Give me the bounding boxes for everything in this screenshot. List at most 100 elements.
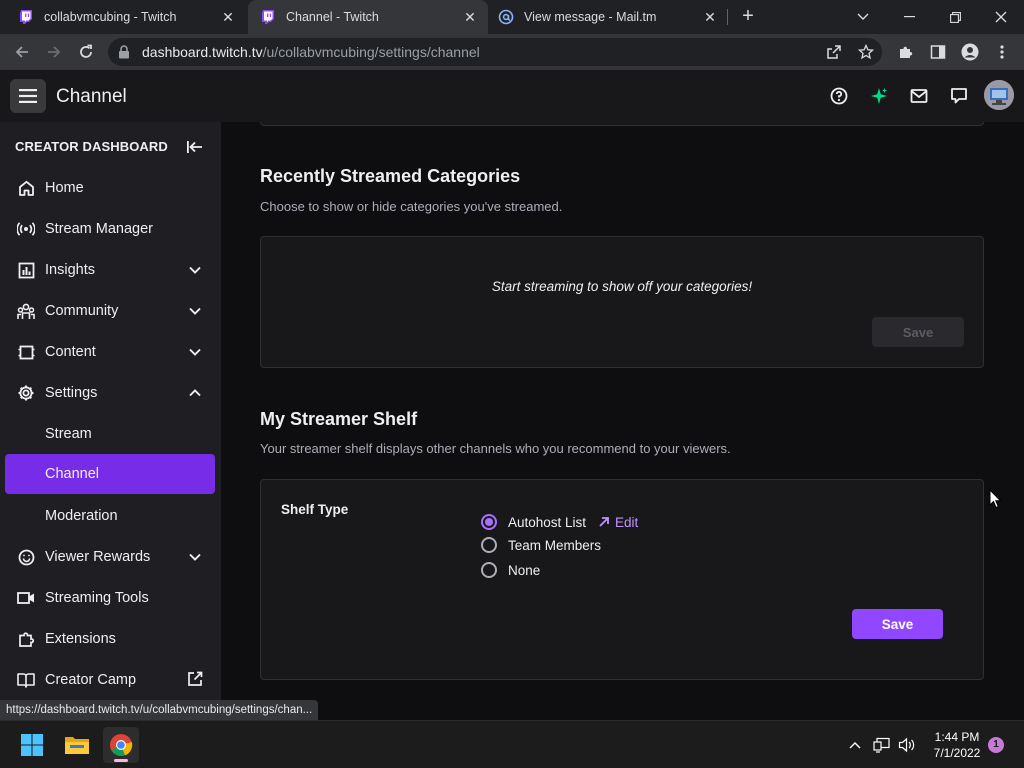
collapse-sidebar-icon[interactable] — [186, 138, 204, 156]
browser-tab-profile[interactable]: collabvmcubing - Twitch ✕ — [0, 0, 246, 34]
bookmark-button[interactable] — [856, 42, 876, 62]
close-window-button[interactable] — [978, 0, 1024, 34]
radio-button[interactable] — [481, 562, 497, 578]
sidebar-item-community[interactable]: Community — [5, 291, 215, 331]
reload-icon — [80, 44, 92, 58]
chat-bubble-icon — [951, 88, 967, 104]
shelf-option-autohost[interactable]: Autohost List Edit — [481, 514, 638, 530]
share-icon — [827, 45, 841, 59]
menu-button[interactable] — [10, 79, 46, 113]
close-tab-icon[interactable]: ✕ — [220, 9, 236, 25]
shelf-save-button[interactable]: Save — [852, 609, 943, 639]
notification-badge[interactable]: 1 — [988, 737, 1004, 753]
windows-logo-icon — [21, 734, 43, 756]
inbox-button[interactable] — [909, 86, 929, 106]
show-hidden-icons-button[interactable] — [846, 736, 864, 754]
sidebar-item-settings[interactable]: Settings — [5, 373, 215, 413]
mail-icon — [910, 89, 928, 103]
avatar[interactable] — [984, 80, 1014, 110]
restore-button[interactable] — [932, 0, 978, 34]
sidebar-item-label: Channel — [45, 466, 100, 482]
chart-icon — [17, 261, 35, 279]
taskbar-clock[interactable]: 1:44 PM 7/1/2022 — [925, 729, 989, 761]
gear-icon — [17, 384, 35, 402]
sidebar-item-viewer-rewards[interactable]: Viewer Rewards — [5, 537, 215, 577]
network-button[interactable] — [873, 736, 891, 754]
dashboard-topnav: Channel — [0, 70, 1024, 122]
back-button[interactable] — [10, 40, 34, 64]
chrome-taskbar-button[interactable] — [103, 727, 139, 763]
person-icon — [961, 43, 979, 61]
close-tab-icon[interactable]: ✕ — [462, 9, 478, 25]
profile-button[interactable] — [960, 42, 980, 62]
kebab-menu-icon — [1000, 45, 1004, 59]
sidebar-item-creator-camp[interactable]: Creator Camp — [5, 660, 215, 700]
sidebar-item-content[interactable]: Content — [5, 332, 215, 372]
sparkle-icon — [871, 88, 887, 104]
address-bar[interactable]: dashboard.twitch.tv/u/collabvmcubing/set… — [108, 38, 882, 66]
user-avatar-icon — [984, 80, 1014, 110]
help-button[interactable] — [829, 86, 849, 106]
sidebar-item-channel[interactable]: Channel — [5, 454, 215, 494]
chevron-down-icon — [189, 348, 201, 356]
clock-date: 7/1/2022 — [933, 746, 981, 760]
close-tab-icon[interactable]: ✕ — [702, 9, 718, 25]
categories-section-title: Recently Streamed Categories — [260, 166, 521, 186]
sidebar-item-stream-manager[interactable]: Stream Manager — [5, 209, 215, 249]
file-explorer-button[interactable] — [59, 727, 95, 763]
chevron-down-icon — [189, 266, 201, 274]
sidebar-item-moderation[interactable]: Moderation — [5, 496, 215, 536]
radio-label: None — [508, 562, 541, 578]
sidebar-item-home[interactable]: Home — [5, 168, 215, 208]
extensions-button[interactable] — [896, 42, 916, 62]
puzzle-icon — [900, 46, 913, 58]
sparkle-button[interactable] — [869, 86, 889, 106]
sidebar-item-extensions[interactable]: Extensions — [5, 619, 215, 659]
whispers-button[interactable] — [949, 86, 969, 106]
previous-card-edge — [260, 122, 984, 126]
start-button[interactable] — [14, 727, 50, 763]
sidebar-item-insights[interactable]: Insights — [5, 250, 215, 290]
side-panel-button[interactable] — [928, 42, 948, 62]
minimize-button[interactable] — [886, 0, 932, 34]
arrow-left-icon — [15, 46, 28, 58]
shelf-section-description: Your streamer shelf displays other chann… — [260, 441, 731, 456]
browser-menu-button[interactable] — [992, 42, 1012, 62]
edit-autohost-link[interactable]: Edit — [598, 515, 638, 530]
mouse-cursor-icon — [989, 489, 1002, 509]
shelf-option-team-members[interactable]: Team Members — [481, 537, 601, 553]
puzzle-icon — [17, 630, 35, 648]
url-text: dashboard.twitch.tv/u/collabvmcubing/set… — [142, 44, 480, 60]
categories-save-button[interactable]: Save — [872, 317, 964, 347]
at-sign-favicon-icon — [498, 9, 514, 25]
external-link-icon — [188, 671, 203, 686]
shelf-option-none[interactable]: None — [481, 562, 540, 578]
radio-button[interactable] — [481, 537, 497, 553]
browser-tab-channel[interactable]: Channel - Twitch ✕ — [248, 0, 488, 34]
reload-button[interactable] — [74, 40, 98, 64]
tab-search-button[interactable] — [840, 0, 886, 34]
tab-title: View message - Mail.tm — [524, 10, 657, 24]
sidebar-item-streaming-tools[interactable]: Streaming Tools — [5, 578, 215, 618]
twitch-favicon-icon — [262, 10, 274, 24]
shelf-section-title: My Streamer Shelf — [260, 409, 418, 429]
side-panel-icon — [930, 45, 946, 59]
settings-main-panel: Recently Streamed Categories Choose to s… — [221, 122, 1024, 700]
sidebar-header: CREATOR DASHBOARD — [15, 139, 168, 154]
share-button[interactable] — [824, 42, 844, 62]
sidebar-item-stream[interactable]: Stream — [5, 414, 215, 454]
chevron-down-icon — [189, 553, 201, 561]
browser-tab-mail[interactable]: View message - Mail.tm ✕ — [488, 0, 728, 34]
running-indicator — [114, 759, 128, 762]
forward-button[interactable] — [42, 40, 66, 64]
radio-button[interactable] — [481, 514, 497, 530]
new-tab-button[interactable]: + — [736, 5, 760, 29]
volume-button[interactable] — [898, 736, 916, 754]
restore-icon — [949, 11, 961, 23]
sidebar-item-label: Settings — [45, 385, 98, 401]
sidebar-item-label: Stream Manager — [45, 221, 153, 237]
lock-icon[interactable] — [118, 45, 130, 59]
url-path: /u/collabvmcubing/settings/channel — [262, 44, 480, 60]
edit-link-label: Edit — [615, 514, 639, 530]
sidebar-item-label: Insights — [45, 262, 95, 278]
